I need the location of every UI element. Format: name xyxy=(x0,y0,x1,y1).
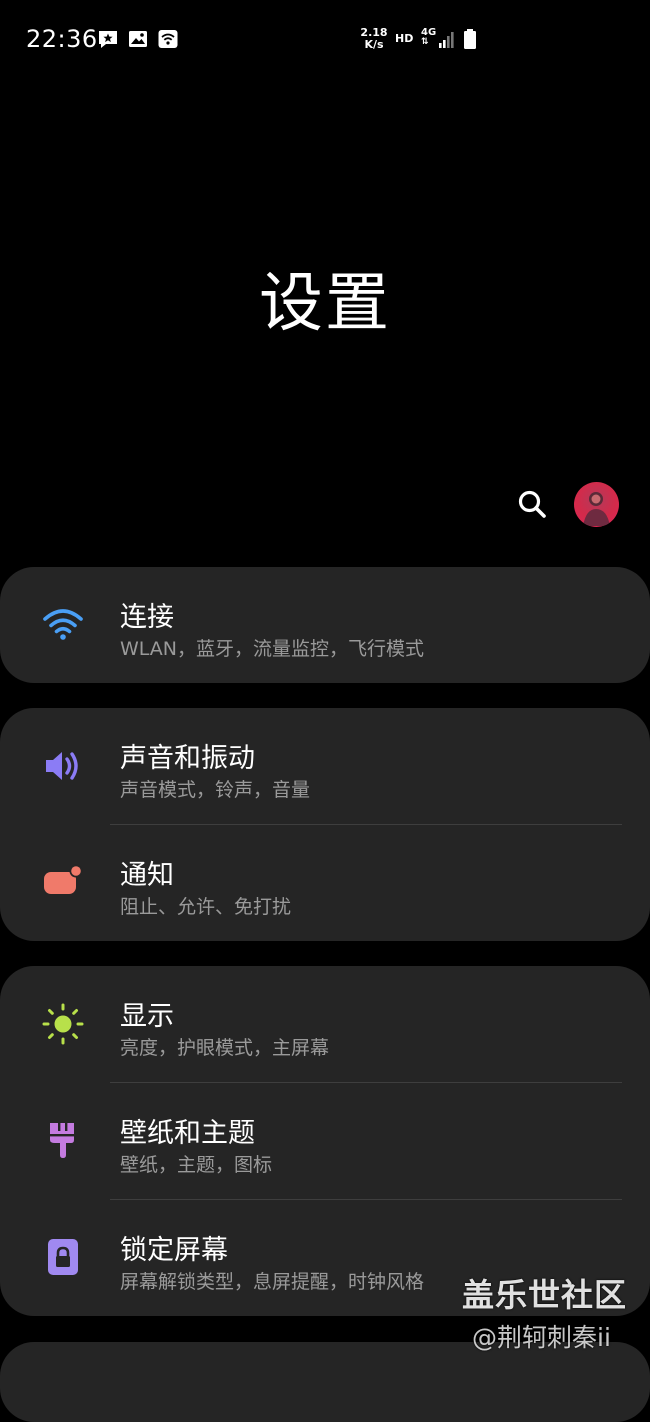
wifi-status-icon xyxy=(158,30,178,48)
card-display: 显示 亮度，护眼模式，主屏幕 壁纸和主题 壁纸，主题，图标 锁定屏幕 屏幕解锁类… xyxy=(0,966,650,1316)
menu-item-title: 连接 xyxy=(120,602,174,633)
image-icon xyxy=(129,31,147,47)
status-bar: 22:36 2.18 K/s HD 4G ⇅ xyxy=(0,0,650,80)
menu-item-wallpaper[interactable]: 壁纸和主题 壁纸，主题，图标 xyxy=(0,1083,650,1199)
menu-item-display[interactable]: 显示 亮度，护眼模式，主屏幕 xyxy=(0,966,650,1082)
menu-item-sound[interactable]: 声音和振动 声音模式，铃声，音量 xyxy=(0,708,650,824)
network-speed-unit: K/s xyxy=(364,38,384,51)
hd-badge: HD xyxy=(395,32,414,45)
wifi-icon xyxy=(43,609,83,640)
speaker-icon xyxy=(46,752,78,780)
menu-item-notifications[interactable]: 通知 阻止、允许、免打扰 xyxy=(0,825,650,941)
menu-item-subtitle: 声音模式，铃声，音量 xyxy=(120,779,311,801)
avatar-person-icon xyxy=(583,492,610,526)
watermark-author: @荆轲刺秦ii xyxy=(472,1323,611,1352)
card-next xyxy=(0,1342,650,1422)
lock-icon xyxy=(48,1239,78,1275)
card-sound-notifications: 声音和振动 声音模式，铃声，音量 通知 阻止、允许、免打扰 xyxy=(0,708,650,941)
paintbrush-icon xyxy=(50,1123,74,1158)
data-arrows-icon: ⇅ xyxy=(421,37,429,47)
watermark-community: 盖乐世社区 xyxy=(462,1276,628,1314)
menu-item-subtitle: 亮度，护眼模式，主屏幕 xyxy=(120,1037,330,1059)
menu-item-subtitle: 壁纸，主题，图标 xyxy=(120,1154,273,1176)
avatar[interactable] xyxy=(574,482,619,527)
search-icon[interactable] xyxy=(514,486,550,522)
network-type: 4G ⇅ xyxy=(421,27,436,47)
page-title: 设置 xyxy=(259,267,391,341)
notification-icon xyxy=(44,864,83,894)
menu-item-title: 显示 xyxy=(120,1001,174,1032)
signal-icon xyxy=(439,32,454,48)
menu-item-title: 声音和振动 xyxy=(120,743,255,774)
menu-item-title: 壁纸和主题 xyxy=(120,1118,255,1149)
network-speed: 2.18 K/s xyxy=(360,27,388,51)
status-time: 22:36 xyxy=(26,25,98,53)
menu-item-subtitle: WLAN，蓝牙，流量监控，飞行模式 xyxy=(120,638,425,660)
menu-item-title: 锁定屏幕 xyxy=(120,1235,228,1266)
menu-item-subtitle: 阻止、允许、免打扰 xyxy=(120,896,292,918)
brightness-icon xyxy=(42,1003,84,1045)
menu-item-title: 通知 xyxy=(120,860,174,891)
menu-item-subtitle: 屏幕解锁类型，息屏提醒，时钟风格 xyxy=(120,1271,425,1293)
battery-icon xyxy=(464,29,476,49)
card-connections: 连接 WLAN，蓝牙，流量监控，飞行模式 xyxy=(0,567,650,683)
menu-item-connections[interactable]: 连接 WLAN，蓝牙，流量监控，飞行模式 xyxy=(0,567,650,683)
message-notification-icon xyxy=(99,31,117,48)
